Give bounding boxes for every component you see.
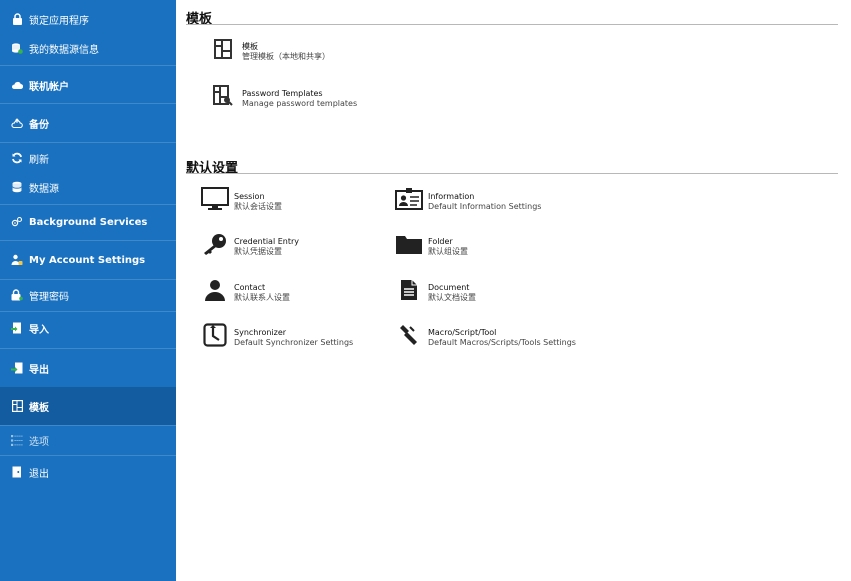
monitor-icon bbox=[200, 186, 230, 212]
sidebar-item-import[interactable]: 导入 bbox=[0, 318, 176, 338]
sidebar-item-label: 选项 bbox=[29, 436, 49, 448]
exit-icon bbox=[11, 466, 23, 478]
tile-password-templates[interactable]: Password Templates Manage password templ… bbox=[208, 83, 357, 109]
tile-title: Credential Entry bbox=[234, 237, 300, 246]
tile-title: Contact bbox=[234, 283, 266, 292]
sidebar-divider bbox=[0, 204, 176, 205]
template-icon bbox=[11, 400, 23, 412]
sidebar-item-manage-password[interactable]: 管理密码 bbox=[0, 285, 176, 305]
tile-subtitle: Default Information Settings bbox=[428, 202, 542, 211]
sidebar-item-lock-app[interactable]: 锁定应用程序 bbox=[0, 9, 176, 29]
sidebar-divider bbox=[0, 279, 176, 280]
sidebar-item-datasource[interactable]: 数据源 bbox=[0, 177, 176, 197]
sidebar: 锁定应用程序 我的数据源信息 联机帐户 备份 刷新 数据源 Background… bbox=[0, 0, 176, 581]
tile-subtitle: Default Synchronizer Settings bbox=[234, 338, 354, 347]
tile-subtitle: 默认文档设置 bbox=[428, 293, 476, 302]
template-icon bbox=[208, 36, 238, 62]
tile-synchronizer[interactable]: Synchronizer Default Synchronizer Settin… bbox=[200, 322, 353, 348]
tile-title: Information bbox=[428, 192, 475, 201]
sidebar-item-label: 刷新 bbox=[29, 154, 49, 166]
section-divider bbox=[186, 24, 838, 25]
export-icon bbox=[11, 362, 23, 374]
tile-information[interactable]: Information Default Information Settings bbox=[394, 186, 541, 212]
sidebar-item-label: 联机帐户 bbox=[29, 81, 69, 93]
tile-title: Macro/Script/Tool bbox=[428, 328, 497, 337]
lock-icon bbox=[11, 13, 23, 25]
services-icon bbox=[11, 216, 23, 228]
sidebar-divider bbox=[0, 425, 176, 426]
sidebar-item-label: 导入 bbox=[29, 324, 49, 336]
sidebar-item-my-account-settings[interactable]: My Account Settings bbox=[0, 250, 176, 270]
tile-title: Session bbox=[234, 192, 265, 201]
key-icon bbox=[200, 231, 230, 257]
datasource-info-icon bbox=[11, 42, 23, 54]
sidebar-divider bbox=[0, 103, 176, 104]
sidebar-item-exit[interactable]: 退出 bbox=[0, 462, 176, 482]
sidebar-item-label: 管理密码 bbox=[29, 291, 69, 303]
tile-title: Synchronizer bbox=[234, 328, 287, 337]
sidebar-item-label: 我的数据源信息 bbox=[29, 44, 99, 56]
tile-credential-entry[interactable]: Credential Entry 默认凭据设置 bbox=[200, 231, 299, 257]
synchronizer-icon bbox=[200, 322, 230, 348]
sidebar-divider bbox=[0, 455, 176, 456]
sidebar-divider bbox=[0, 65, 176, 66]
options-icon bbox=[11, 434, 23, 446]
sidebar-divider bbox=[0, 348, 176, 349]
key-lock-icon bbox=[11, 289, 23, 301]
sidebar-item-label: 备份 bbox=[29, 119, 49, 131]
id-card-icon bbox=[394, 186, 424, 212]
datasource-icon bbox=[11, 181, 23, 193]
sidebar-item-label: 退出 bbox=[29, 468, 49, 480]
sidebar-divider bbox=[0, 240, 176, 241]
sidebar-item-label: 导出 bbox=[29, 364, 49, 376]
cloud-icon bbox=[11, 79, 23, 91]
sidebar-item-label: 锁定应用程序 bbox=[29, 15, 89, 27]
tile-title: Folder bbox=[428, 237, 453, 246]
sidebar-item-label: 数据源 bbox=[29, 183, 59, 195]
tile-subtitle: Manage password templates bbox=[242, 99, 358, 108]
main-content: 模板 模板 管理模板（本地和共享） Password Templates Man… bbox=[176, 0, 851, 581]
section-divider bbox=[186, 173, 838, 174]
tile-templates[interactable]: 模板 管理模板（本地和共享） bbox=[208, 36, 330, 62]
password-template-icon bbox=[208, 83, 238, 109]
sidebar-divider bbox=[0, 142, 176, 143]
tile-macro-script-tool[interactable]: Macro/Script/Tool Default Macros/Scripts… bbox=[394, 322, 576, 348]
tile-subtitle: 默认会话设置 bbox=[234, 202, 282, 211]
tile-folder[interactable]: Folder 默认组设置 bbox=[394, 231, 468, 257]
refresh-icon bbox=[11, 152, 23, 164]
tile-subtitle: 默认组设置 bbox=[428, 247, 468, 256]
sidebar-item-refresh[interactable]: 刷新 bbox=[0, 148, 176, 168]
tile-subtitle: 管理模板（本地和共享） bbox=[242, 52, 330, 61]
sidebar-item-label: My Account Settings bbox=[29, 254, 146, 266]
tile-subtitle: Default Macros/Scripts/Tools Settings bbox=[428, 338, 576, 347]
sidebar-divider bbox=[0, 311, 176, 312]
tile-subtitle: 默认联系人设置 bbox=[234, 293, 290, 302]
sidebar-item-backup[interactable]: 备份 bbox=[0, 113, 176, 133]
sidebar-item-background-services[interactable]: Background Services bbox=[0, 212, 176, 232]
account-icon bbox=[11, 254, 23, 266]
sidebar-item-my-datasource-info[interactable]: 我的数据源信息 bbox=[0, 38, 176, 58]
sidebar-item-templates[interactable]: 模板 bbox=[0, 387, 176, 425]
tile-document[interactable]: Document 默认文档设置 bbox=[394, 277, 476, 303]
sidebar-item-options[interactable]: 选项 bbox=[0, 430, 176, 450]
contact-icon bbox=[200, 277, 230, 303]
tile-session[interactable]: Session 默认会话设置 bbox=[200, 186, 282, 212]
tile-title: Document bbox=[428, 283, 470, 292]
tile-subtitle: 默认凭据设置 bbox=[234, 247, 282, 256]
import-icon bbox=[11, 322, 23, 334]
macro-icon bbox=[394, 322, 424, 348]
sidebar-item-export[interactable]: 导出 bbox=[0, 358, 176, 378]
sidebar-item-label: 模板 bbox=[29, 402, 49, 414]
tile-title: Password Templates bbox=[242, 89, 323, 98]
backup-icon bbox=[11, 117, 23, 129]
tile-contact[interactable]: Contact 默认联系人设置 bbox=[200, 277, 290, 303]
sidebar-item-online-account[interactable]: 联机帐户 bbox=[0, 75, 176, 95]
document-icon bbox=[394, 277, 424, 303]
tile-title: 模板 bbox=[242, 42, 258, 51]
folder-icon bbox=[394, 231, 424, 257]
sidebar-item-label: Background Services bbox=[29, 216, 148, 228]
